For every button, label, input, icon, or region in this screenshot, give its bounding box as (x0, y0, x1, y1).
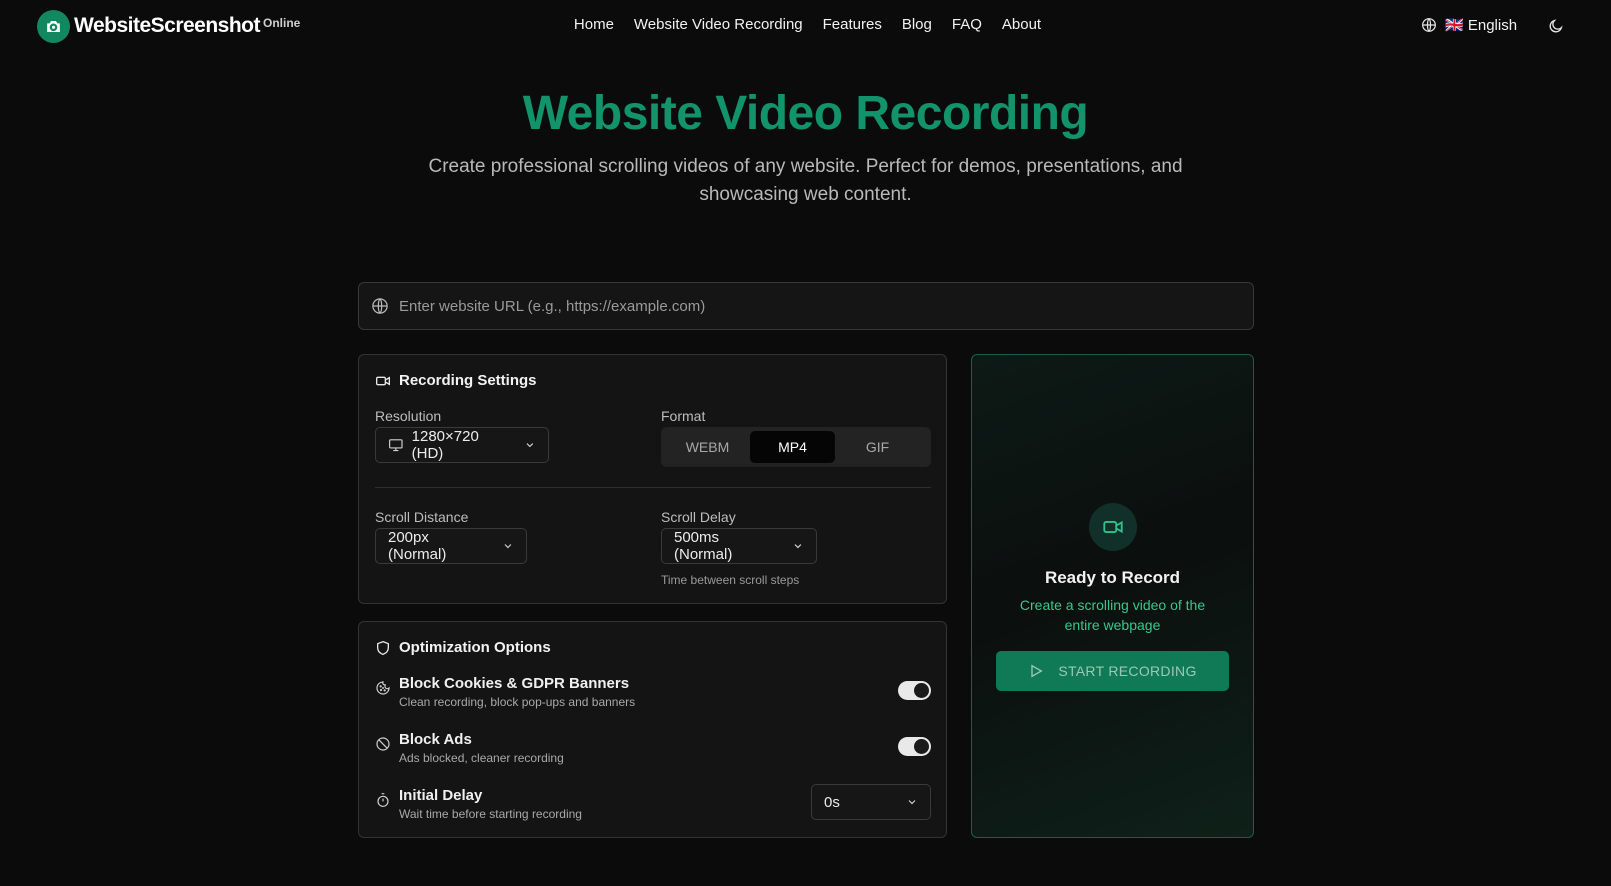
language-selector[interactable]: 🇬🇧 English (1421, 16, 1517, 34)
nav-home[interactable]: Home (574, 16, 614, 33)
url-field (358, 282, 1254, 330)
recording-preview-panel: Ready to Record Create a scrolling video… (971, 354, 1254, 838)
option-title: Block Ads (399, 731, 472, 748)
resolution-value: 1280×720 (HD) (411, 428, 479, 462)
option-block-ads: Block Ads Ads blocked, cleaner recording (375, 731, 931, 769)
theme-toggle-button[interactable] (1548, 18, 1566, 36)
ready-subtitle: Create a scrolling video of the entire w… (1019, 597, 1206, 633)
recording-settings-header: Recording Settings (375, 372, 537, 389)
shield-icon (377, 640, 389, 655)
ready-title: Ready to Record (1044, 568, 1181, 587)
block-cookies-toggle[interactable] (898, 681, 931, 700)
optimization-options-header: Optimization Options (375, 639, 551, 656)
optimization-options-card: Optimization Options Block Cookies & GDP… (358, 621, 947, 838)
chevron-down-icon (526, 443, 534, 448)
video-camera-icon (376, 376, 390, 385)
monitor-icon (389, 439, 403, 452)
globe-icon (372, 298, 388, 314)
nav-faq[interactable]: FAQ (952, 16, 982, 33)
start-recording-label: START RECORDING (1058, 663, 1197, 679)
option-block-cookies: Block Cookies & GDPR Banners Clean recor… (375, 675, 931, 713)
scroll-distance-select[interactable]: 200px (Normal) (375, 528, 527, 564)
recording-settings-title: Recording Settings (399, 372, 537, 389)
settings-divider (375, 487, 931, 488)
scroll-delay-value: 500ms (Normal) (674, 529, 733, 563)
url-input[interactable] (399, 297, 1239, 315)
option-title: Initial Delay (399, 787, 483, 804)
resolution-label: Resolution (375, 408, 442, 424)
ban-icon (376, 737, 390, 751)
scroll-distance-label: Scroll Distance (375, 509, 469, 525)
optimization-options-title: Optimization Options (399, 639, 551, 656)
option-description: Wait time before starting recording (399, 807, 582, 821)
video-camera-icon (1089, 503, 1137, 551)
nav-website-video-recording[interactable]: Website Video Recording (634, 16, 803, 33)
nav-about[interactable]: About (1002, 16, 1041, 33)
format-option-gif[interactable]: GIF (835, 431, 920, 463)
scroll-delay-label: Scroll Delay (661, 509, 736, 525)
nav-blog[interactable]: Blog (902, 16, 932, 33)
timer-icon (377, 793, 389, 807)
block-ads-toggle[interactable] (898, 737, 931, 756)
option-title: Block Cookies & GDPR Banners (399, 675, 630, 692)
page: WebsiteScreenshot Online Home Website Vi… (0, 0, 1611, 886)
format-label: Format (661, 408, 706, 424)
moon-icon (1549, 19, 1563, 33)
start-recording-button[interactable]: START RECORDING (996, 651, 1229, 691)
scroll-distance-value: 200px (Normal) (388, 529, 447, 563)
initial-delay-select[interactable]: 0s (811, 784, 931, 820)
main-nav: Home Website Video Recording Features Bl… (0, 16, 1611, 33)
nav-features[interactable]: Features (823, 16, 882, 33)
option-description: Ads blocked, cleaner recording (399, 751, 564, 765)
scroll-delay-hint: Time between scroll steps (661, 573, 800, 587)
page-title: Website Video Recording (522, 87, 1089, 140)
play-icon (1031, 664, 1044, 678)
option-description: Clean recording, block pop-ups and banne… (399, 695, 636, 709)
scroll-delay-select[interactable]: 500ms (Normal) (661, 528, 817, 564)
format-option-webm[interactable]: WEBM (665, 431, 750, 463)
chevron-down-icon (504, 544, 512, 549)
chevron-down-icon (908, 800, 916, 805)
globe-icon (1422, 18, 1436, 32)
page-subtitle: Create professional scrolling videos of … (428, 156, 1183, 205)
top-header: WebsiteScreenshot Online Home Website Vi… (0, 0, 1611, 52)
format-option-mp4[interactable]: MP4 (750, 431, 835, 463)
cookie-icon (376, 681, 390, 695)
format-selector: WEBM MP4 GIF (661, 427, 931, 467)
chevron-down-icon (794, 544, 802, 549)
resolution-select[interactable]: 1280×720 (HD) (375, 427, 549, 463)
language-label: 🇬🇧 English (1445, 17, 1518, 34)
recording-settings-card: Recording Settings Resolution 1280×720 (… (358, 354, 947, 604)
initial-delay-value: 0s (824, 793, 840, 811)
